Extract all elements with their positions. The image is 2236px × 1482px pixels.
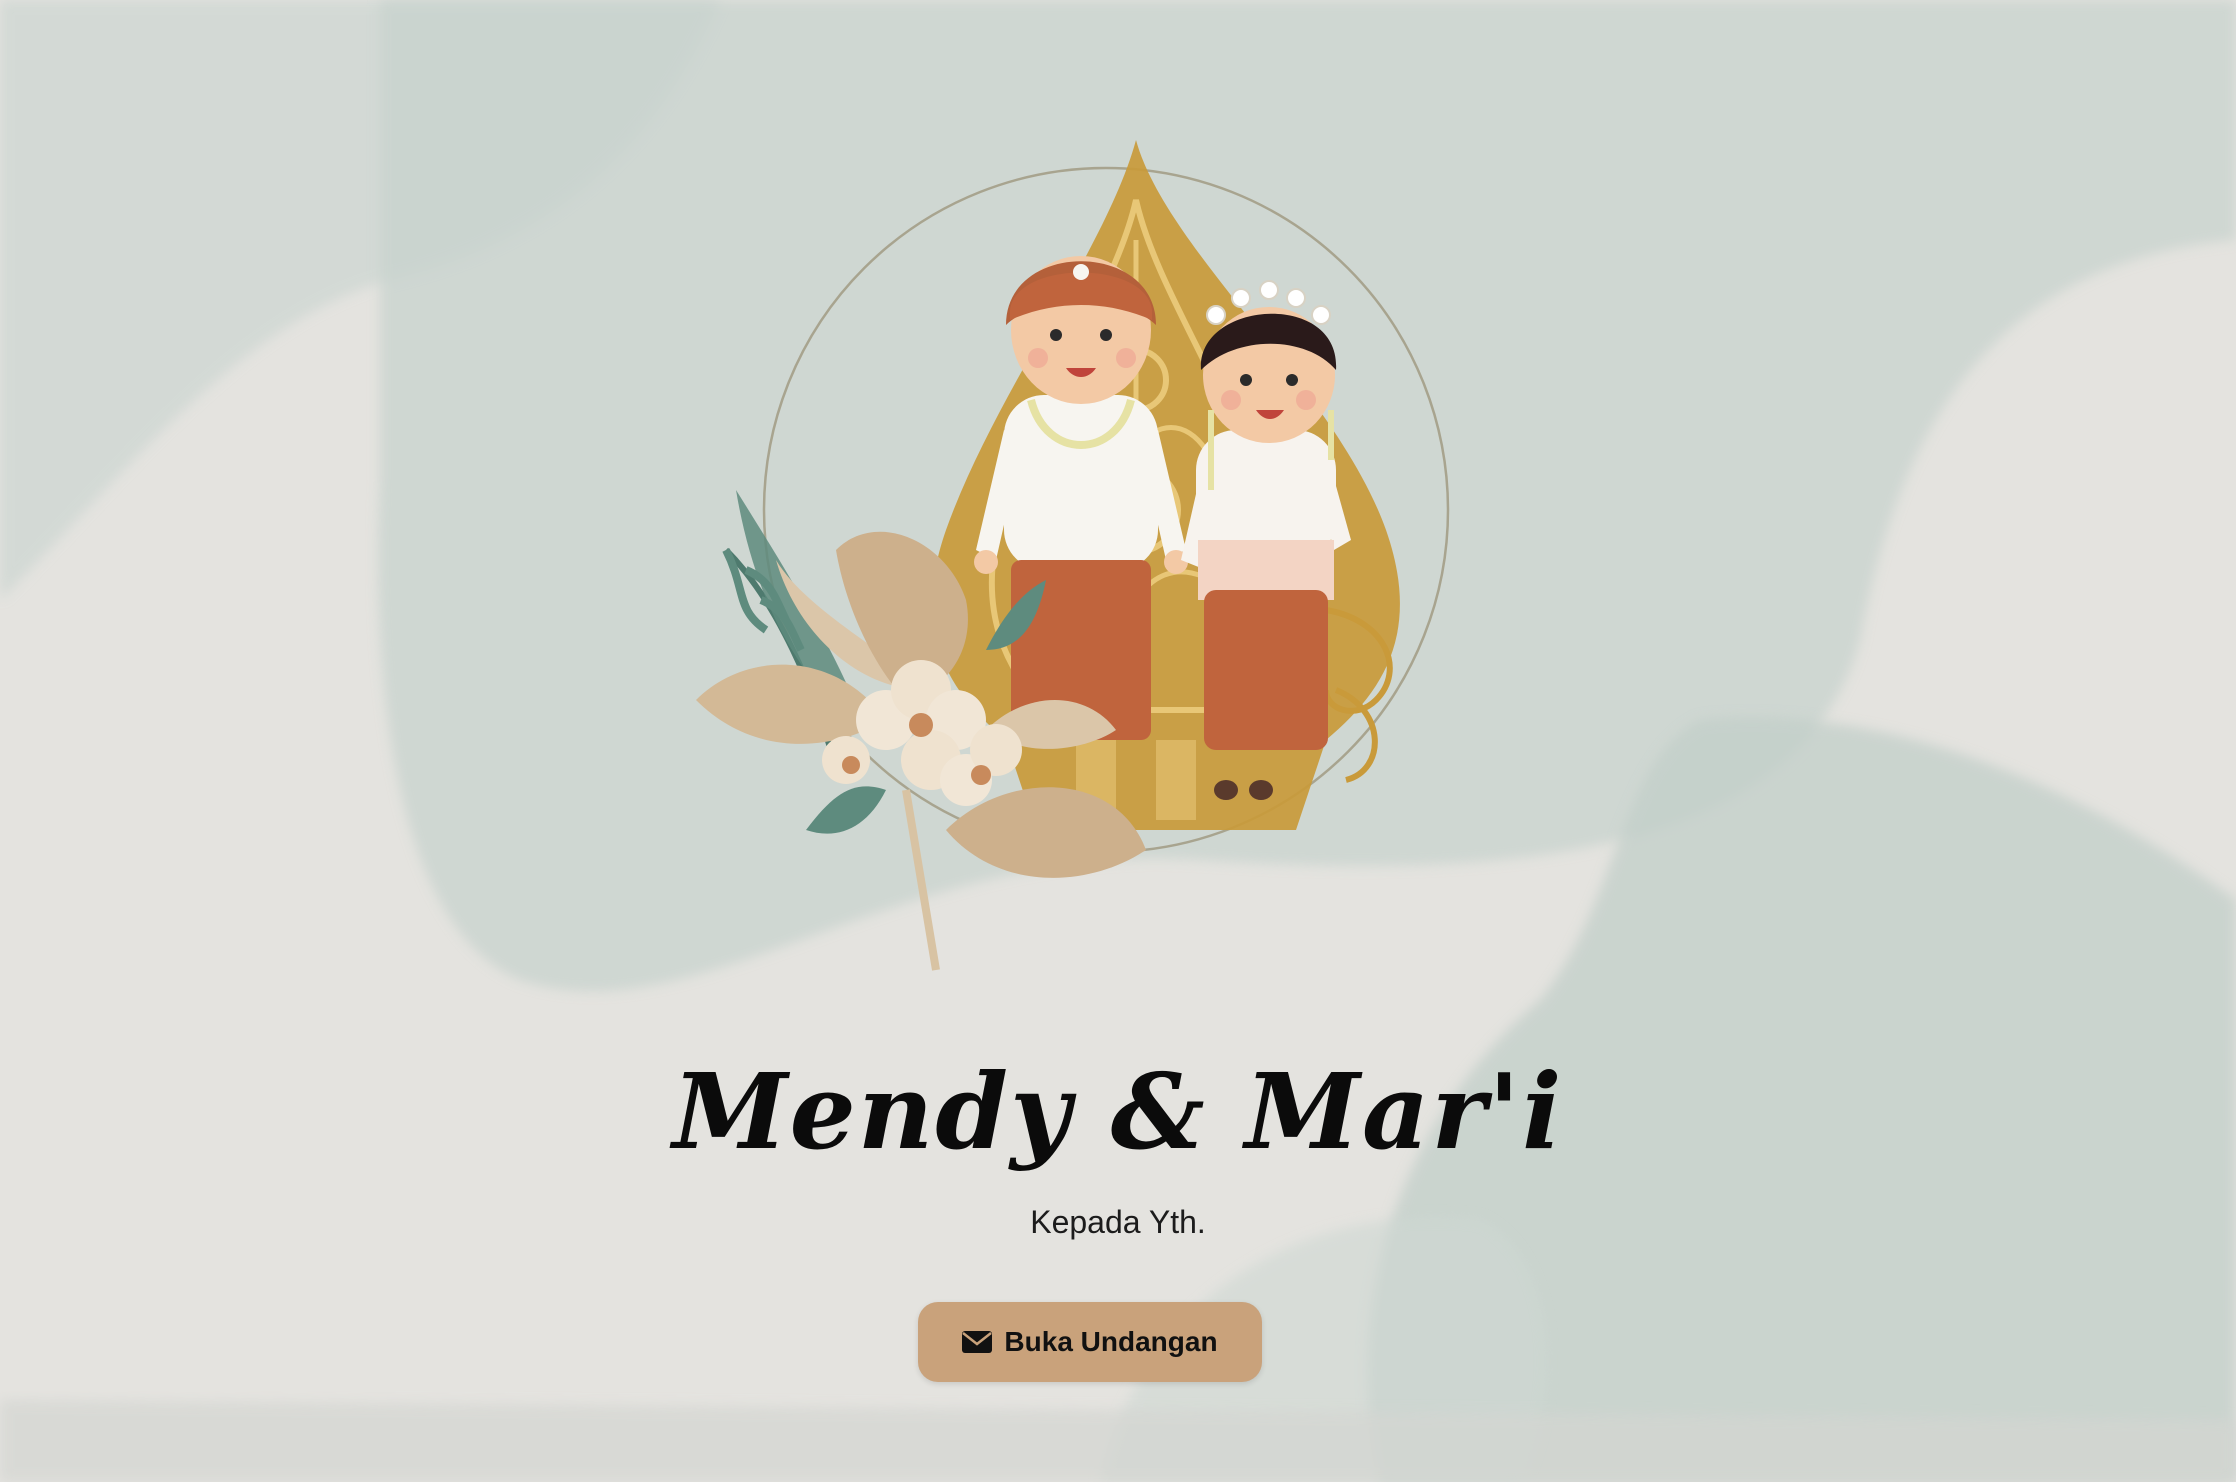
open-invitation-label: Buka Undangan [1004, 1326, 1218, 1357]
envelope-icon [962, 1331, 993, 1353]
open-invitation-button[interactable]: Buka Undangan [918, 1302, 1262, 1382]
bride-figure [1181, 280, 1351, 800]
wedding-couple-illustration [686, 130, 1486, 1010]
couple-names-title: Mendy & Mar'i [672, 1050, 1564, 1173]
greeting-text: Kepada Yth. [1030, 1204, 1206, 1240]
